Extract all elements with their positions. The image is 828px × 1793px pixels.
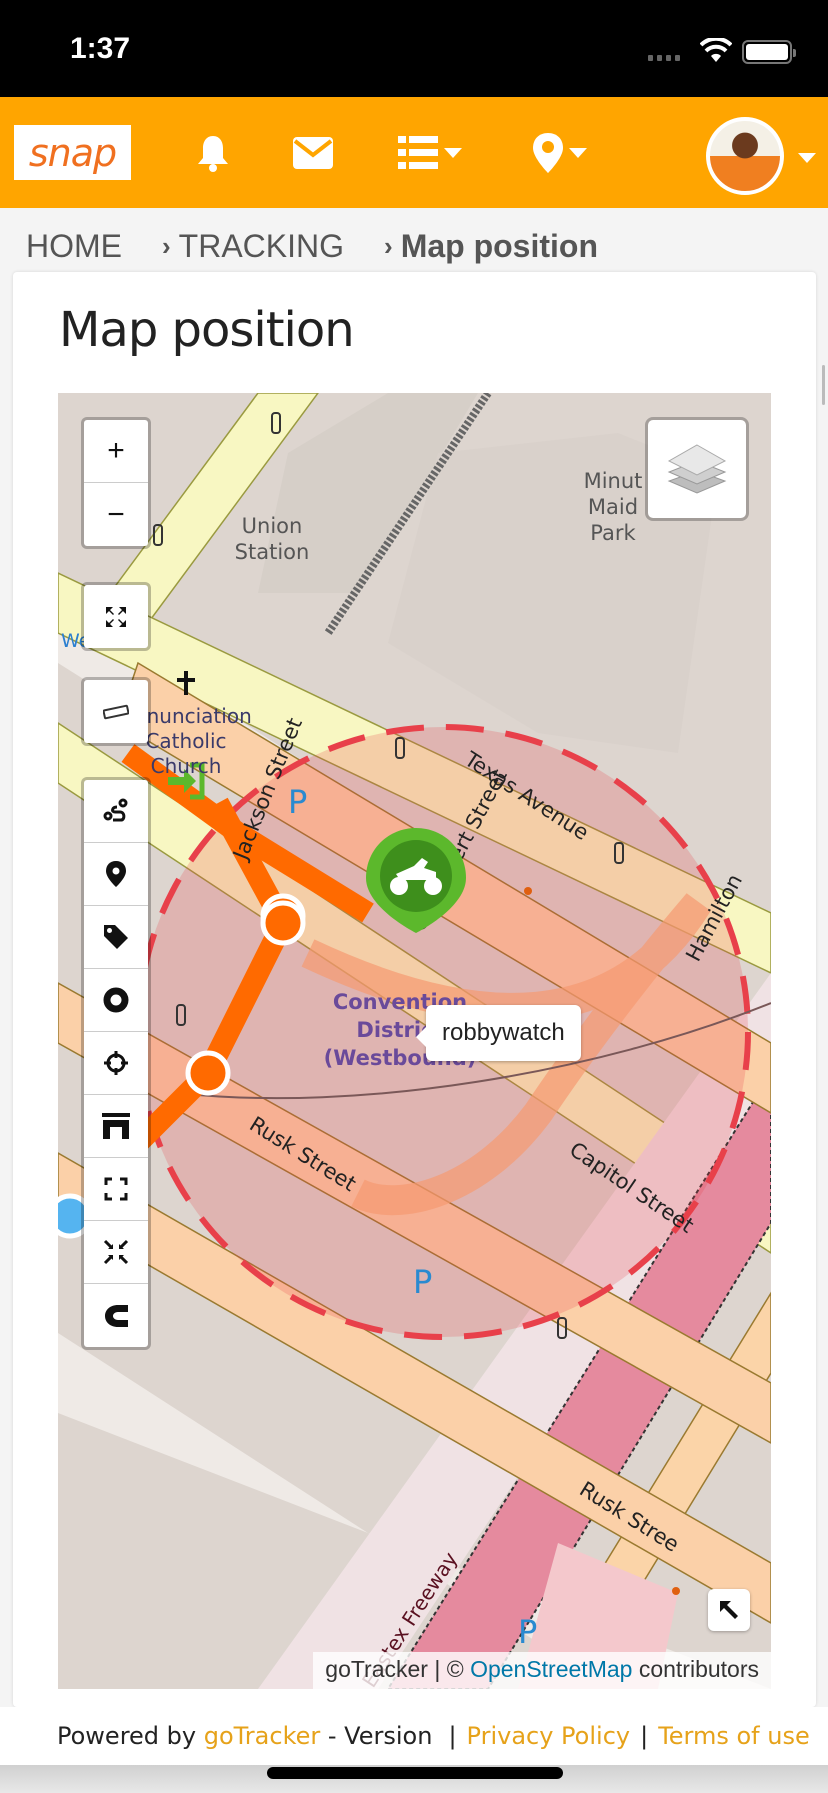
chevron-down-icon <box>569 148 587 158</box>
draw-polygon-button[interactable] <box>84 1095 148 1158</box>
breadcrumb-tracking[interactable]: TRACKING <box>179 228 344 265</box>
clock: 1:37 <box>70 32 131 65</box>
ruler-icon <box>103 704 129 719</box>
fullscreen-icon <box>106 606 126 627</box>
envelope-icon <box>293 137 333 169</box>
circle-icon <box>103 987 129 1013</box>
map-view[interactable]: Union Station Minut Maid Park Annunciati… <box>58 393 771 1689</box>
top-navbar: snap <box>0 97 828 208</box>
compress-icon <box>103 1239 129 1265</box>
svg-text:P: P <box>288 783 307 821</box>
openstreetmap-link[interactable]: OpenStreetMap <box>470 1656 632 1682</box>
draw-route-button[interactable] <box>84 780 148 843</box>
archway-icon <box>102 1113 130 1139</box>
messages-button[interactable] <box>293 133 333 173</box>
snap-logo[interactable]: snap <box>14 125 131 180</box>
home-indicator[interactable] <box>267 1767 563 1779</box>
map-tiles: Union Station Minut Maid Park Annunciati… <box>58 393 771 1689</box>
bell-icon <box>198 136 228 172</box>
status-bar: 1:37 <box>0 0 828 97</box>
map-attribution: goTracker | © OpenStreetMap contributors <box>313 1652 771 1689</box>
divider: | <box>640 1722 649 1750</box>
locate-button[interactable] <box>84 1032 148 1095</box>
draw-toolbar <box>81 777 151 1350</box>
route-icon <box>103 798 128 822</box>
map-label: Minut <box>584 469 643 493</box>
expand-icon <box>104 1177 128 1201</box>
map-marker-icon <box>533 133 563 173</box>
breadcrumb: HOME › TRACKING › Map position <box>26 228 598 265</box>
notifications-button[interactable] <box>196 133 230 173</box>
map-label: Catholic <box>145 729 226 753</box>
wifi-icon <box>700 38 732 62</box>
tag-icon <box>104 925 128 949</box>
signal-icon <box>648 55 680 61</box>
chevron-down-icon <box>444 148 462 158</box>
map-label: Park <box>590 521 636 545</box>
layers-icon <box>667 444 727 494</box>
breadcrumb-home[interactable]: HOME <box>26 228 122 265</box>
divider: | <box>448 1722 457 1750</box>
track-point[interactable] <box>260 900 306 946</box>
user-avatar[interactable] <box>706 117 784 195</box>
device-tooltip: robbywatch <box>416 1005 581 1061</box>
zoom-out-button[interactable]: − <box>84 483 148 546</box>
fullscreen-button[interactable] <box>84 585 148 648</box>
track-point[interactable] <box>185 1050 231 1096</box>
map-marker-icon <box>106 861 126 887</box>
scrollbar[interactable] <box>822 365 825 405</box>
battery-icon <box>742 40 796 64</box>
zoom-in-button[interactable]: + <box>84 420 148 483</box>
page-footer: Powered by goTracker - Version | Privacy… <box>0 1707 828 1765</box>
draw-marker-button[interactable] <box>84 843 148 906</box>
terms-of-use-link[interactable]: Terms of use <box>658 1722 810 1750</box>
svg-text:P: P <box>413 1263 432 1301</box>
privacy-policy-link[interactable]: Privacy Policy <box>467 1722 631 1750</box>
map-label: Maid <box>588 495 638 519</box>
chevron-right-icon: › <box>384 231 393 261</box>
attribution-prefix: goTracker | © <box>325 1656 464 1682</box>
magnet-icon <box>105 1304 128 1327</box>
map-label: Station <box>235 540 310 564</box>
powered-by-text: Powered by <box>57 1722 197 1750</box>
minimap-toggle-button[interactable] <box>708 1589 750 1631</box>
fullscreen-control <box>81 582 151 651</box>
location-dropdown-button[interactable] <box>533 133 587 173</box>
attribution-suffix: contributors <box>638 1656 759 1682</box>
menu-dropdown-button[interactable] <box>398 133 462 173</box>
arrow-up-left-icon <box>720 1601 738 1619</box>
page-title: Map position <box>59 302 355 358</box>
breadcrumb-current: Map position <box>400 228 598 264</box>
edit-layers-button[interactable] <box>84 1158 148 1221</box>
map-label: Union <box>242 514 303 538</box>
gotracker-link[interactable]: goTracker <box>204 1722 321 1750</box>
layers-button[interactable] <box>645 417 749 521</box>
map-label: Church <box>151 754 222 778</box>
chevron-right-icon: › <box>162 231 171 261</box>
draw-label-button[interactable] <box>84 906 148 969</box>
list-icon <box>398 136 438 169</box>
snap-button[interactable] <box>84 1284 148 1347</box>
zoom-control: + − <box>81 417 151 549</box>
measure-control <box>81 677 151 746</box>
draw-circle-button[interactable] <box>84 969 148 1032</box>
measure-button[interactable] <box>84 680 148 743</box>
version-text: - Version <box>327 1722 433 1750</box>
chevron-down-icon[interactable] <box>798 153 816 163</box>
svg-text:P: P <box>518 1613 537 1651</box>
delete-layers-button[interactable] <box>84 1221 148 1284</box>
crosshairs-icon <box>104 1051 128 1075</box>
